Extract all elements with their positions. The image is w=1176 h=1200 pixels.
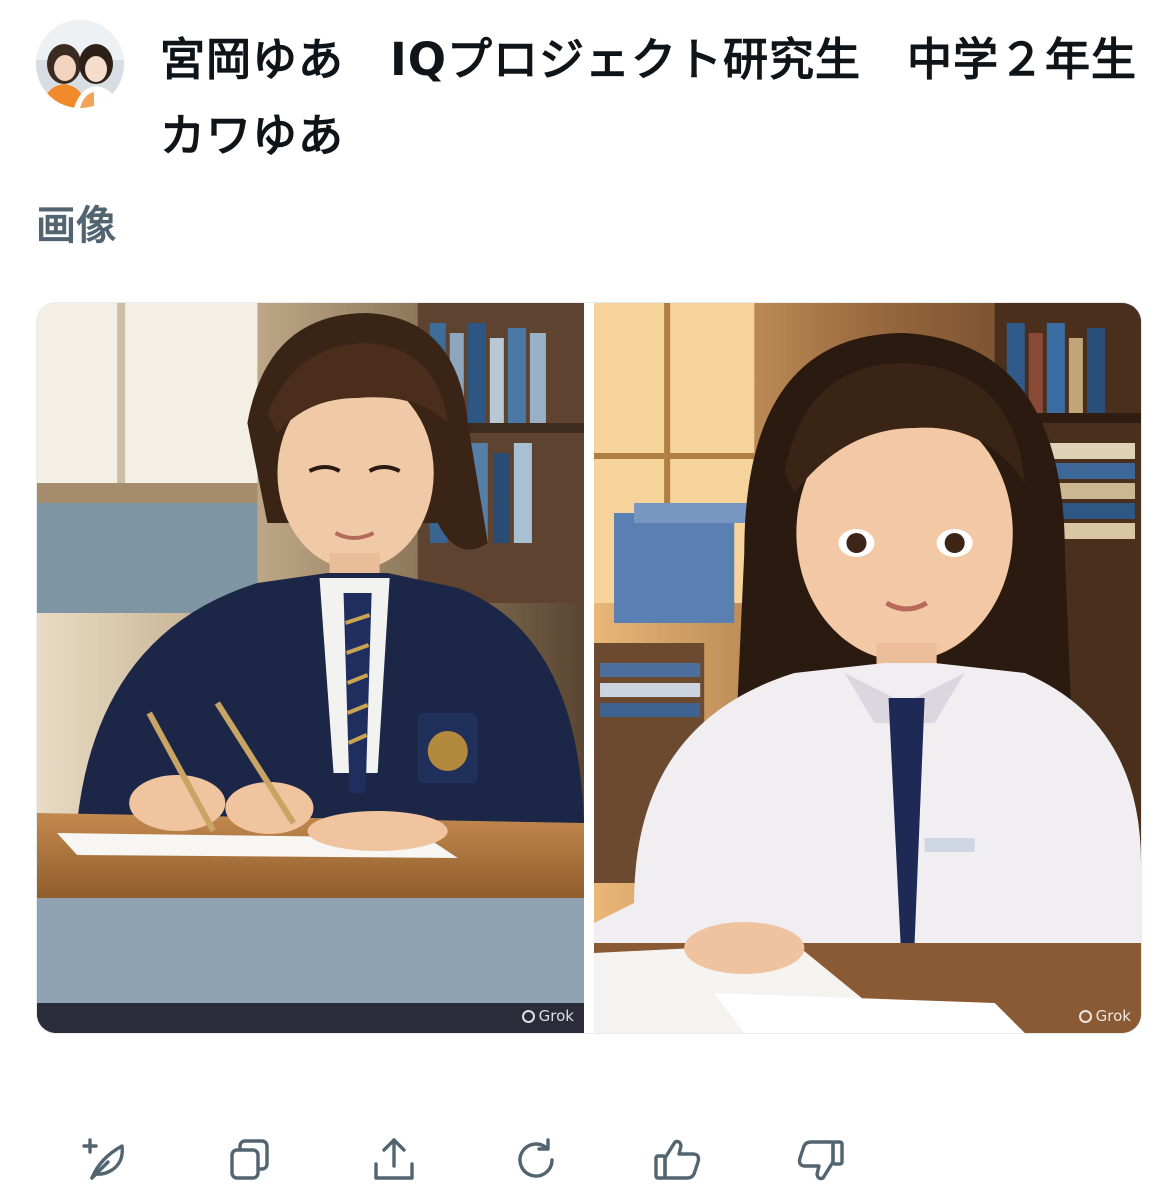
edit-button[interactable] xyxy=(76,1130,136,1190)
watermark-label: Grok xyxy=(1095,1007,1131,1025)
grok-logo-icon xyxy=(1078,1009,1092,1023)
share-icon xyxy=(374,1138,414,1180)
copy-icon xyxy=(230,1139,269,1180)
generated-image-2[interactable]: Grok xyxy=(594,303,1141,1033)
like-button[interactable] xyxy=(648,1130,708,1190)
action-bar xyxy=(0,1124,1176,1194)
thumbs-down-icon xyxy=(797,1140,844,1181)
regenerate-button[interactable] xyxy=(506,1130,566,1190)
edit-quill-icon xyxy=(82,1138,124,1180)
images-section-label: 画像 xyxy=(36,203,116,249)
dislike-button[interactable] xyxy=(790,1130,850,1190)
grok-logo-icon xyxy=(521,1009,535,1023)
share-button[interactable] xyxy=(364,1130,424,1190)
student-writing-image xyxy=(37,303,584,1033)
prompt-text: 宮岡ゆあ IQプロジェクト研究生 中学２年生 カワゆあ xyxy=(160,33,1176,162)
regenerate-icon xyxy=(518,1138,554,1178)
thumbs-up-icon xyxy=(654,1139,701,1180)
avatar[interactable] xyxy=(36,20,124,108)
watermark-label: Grok xyxy=(538,1007,574,1025)
image-gallery: Grok Grok xyxy=(36,302,1142,1034)
student-illustration-image xyxy=(594,303,1141,1033)
watermark: Grok xyxy=(1078,1007,1131,1025)
watermark: Grok xyxy=(521,1007,574,1025)
generated-image-1[interactable]: Grok xyxy=(37,303,584,1033)
copy-button[interactable] xyxy=(220,1130,280,1190)
avatar-image xyxy=(36,20,124,108)
